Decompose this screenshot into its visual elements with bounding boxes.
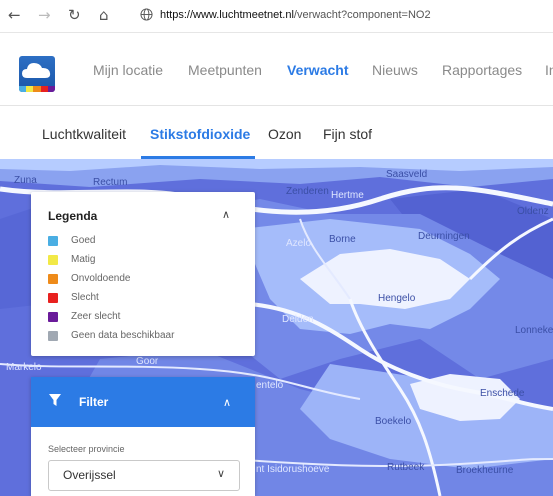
place-label: Borne (329, 234, 356, 245)
browser-toolbar: ← → ↻ ⌂ https://www.luchtmeetnet.nl/verw… (0, 0, 553, 33)
nav-overflow-item[interactable]: In (545, 62, 553, 78)
site-header: Mijn locatie Meetpunten Verwacht Nieuws … (0, 33, 553, 106)
legend-swatch (48, 312, 58, 322)
cloud-icon (22, 63, 51, 78)
chevron-up-icon[interactable]: ∧ (223, 396, 231, 409)
place-label: Boekelo (375, 416, 412, 427)
tab-luchtkwaliteit[interactable]: Luchtkwaliteit (42, 126, 126, 142)
chevron-down-icon: ∨ (217, 467, 226, 480)
legend-swatch (48, 236, 58, 246)
nav-meetpunten[interactable]: Meetpunten (188, 62, 262, 78)
nav-verwacht[interactable]: Verwacht (287, 62, 348, 78)
legend-label: Zeer slecht (71, 311, 121, 322)
place-label: Delden (282, 314, 314, 325)
url-path: /verwacht?component=NO2 (293, 9, 431, 21)
address-bar[interactable]: https://www.luchtmeetnet.nl/verwacht?com… (160, 9, 431, 21)
legend-swatch (48, 274, 58, 284)
globe-icon (140, 8, 153, 21)
luchtmeetnet-logo[interactable] (19, 56, 55, 92)
place-label: Oldenz (517, 206, 549, 217)
place-label: Markelo (6, 362, 42, 373)
nav-rapportages[interactable]: Rapportages (442, 62, 522, 78)
legend-label: Geen data beschikbaar (71, 330, 175, 341)
forward-arrow-icon[interactable]: → (38, 6, 51, 24)
legend-label: Goed (71, 235, 96, 246)
place-label: Zenderen (286, 186, 329, 197)
tab-stikstofdioxide[interactable]: Stikstofdioxide (150, 126, 250, 142)
place-label: Saasveld (386, 169, 428, 180)
place-label: Goor (136, 356, 159, 367)
place-label: entelo (256, 380, 284, 391)
place-label: Rutbeek (387, 462, 425, 473)
legend-label: Onvoldoende (71, 273, 131, 284)
place-label: Azelo (286, 238, 312, 249)
home-icon[interactable]: ⌂ (99, 6, 109, 24)
reload-icon[interactable]: ↻ (68, 6, 81, 24)
filter-panel: Filter ∧ Selecteer provincie Overijssel … (31, 377, 255, 496)
component-tabs: Luchtkwaliteit Stikstofdioxide Ozon Fijn… (0, 106, 553, 159)
legend-label: Matig (71, 254, 96, 265)
url-host: https://www.luchtmeetnet.nl (160, 9, 294, 21)
place-label: Deurningen (418, 231, 470, 242)
legend-title: Legenda (48, 209, 98, 223)
legend-swatch (48, 331, 58, 341)
filter-title: Filter (79, 395, 109, 409)
legend-label: Slecht (71, 292, 99, 303)
place-label: Lonneke (515, 325, 553, 336)
filter-header[interactable]: Filter ∧ (31, 377, 255, 427)
place-label: Zuna (14, 175, 37, 186)
legend-panel: Legenda ∧ Goed Matig Onvoldoende Slecht … (31, 192, 255, 356)
province-select[interactable]: Overijssel ∨ (48, 460, 240, 491)
legend-swatch (48, 293, 58, 303)
place-label: Rectum (93, 177, 128, 188)
back-arrow-icon[interactable]: ← (8, 6, 21, 24)
funnel-icon (49, 394, 61, 406)
place-label: Hengelo (378, 293, 416, 304)
place-label: nt Isidorushoeve (256, 464, 330, 475)
tab-fijn-stof[interactable]: Fijn stof (323, 126, 372, 142)
nav-mijn-locatie[interactable]: Mijn locatie (93, 62, 163, 78)
tab-ozon[interactable]: Ozon (268, 126, 301, 142)
legend-swatch (48, 255, 58, 265)
province-label: Selecteer provincie (48, 444, 125, 454)
place-label: Hertme (331, 190, 364, 201)
place-label: Enschede (480, 388, 525, 399)
province-value: Overijssel (63, 468, 116, 482)
place-label: Broekheurne (456, 465, 514, 476)
chevron-up-icon[interactable]: ∧ (222, 208, 230, 221)
logo-color-bar (19, 86, 55, 92)
nav-nieuws[interactable]: Nieuws (372, 62, 418, 78)
